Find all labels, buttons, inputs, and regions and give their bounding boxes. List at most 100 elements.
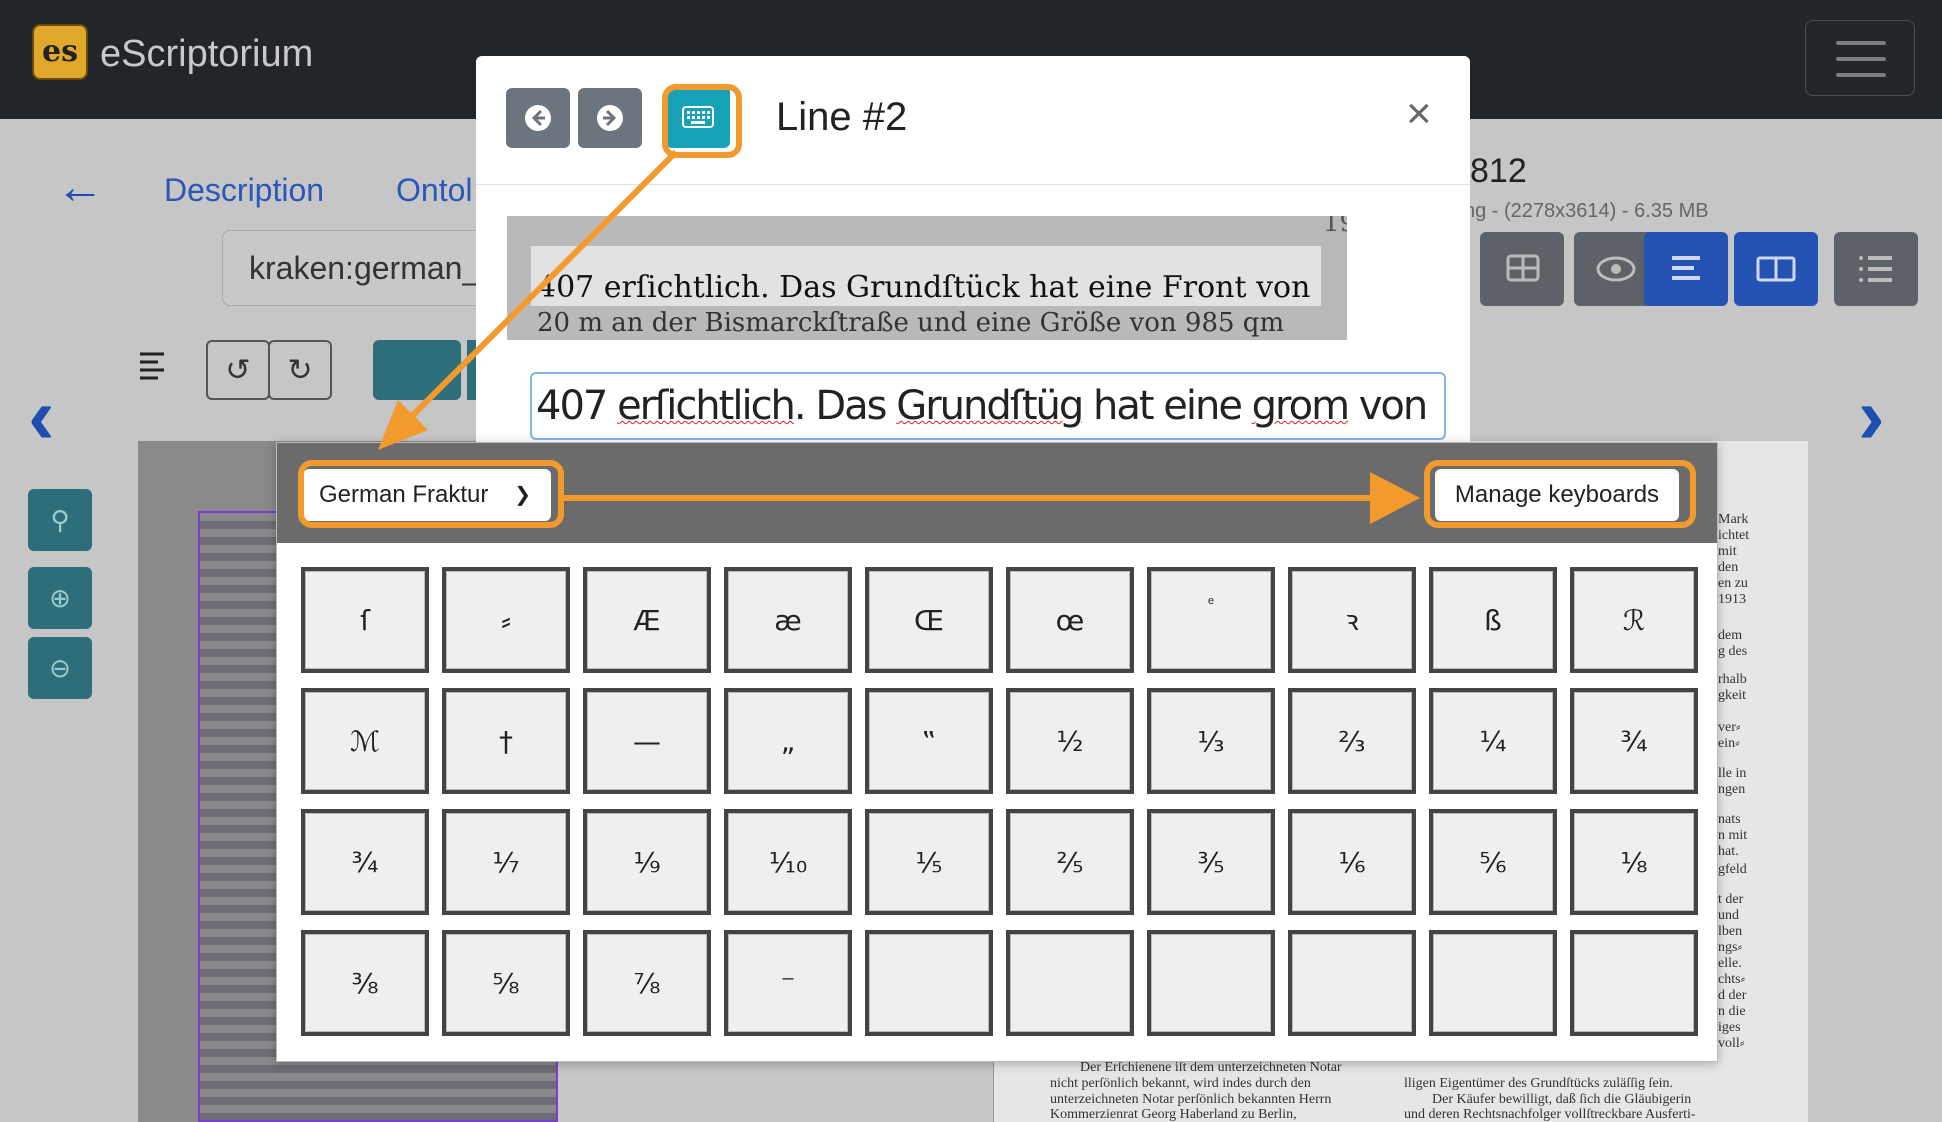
zoom-in-button[interactable]: ⊕	[28, 567, 92, 629]
right-page-line: en zu	[1718, 576, 1748, 591]
align-left-icon	[1672, 256, 1700, 280]
keyboard-key[interactable]	[1288, 930, 1416, 1036]
escriptorium-logo[interactable]: es	[32, 24, 88, 80]
redo-icon: ↻	[287, 353, 313, 387]
keyboard-key[interactable]: ⅞	[583, 930, 711, 1036]
right-page-line: Mark	[1718, 512, 1749, 527]
right-page-line: t der	[1718, 892, 1744, 907]
keyboard-key[interactable]: ‟	[865, 688, 993, 794]
search-button[interactable]: ⚲	[28, 489, 92, 551]
right-page-line: ein⸗	[1718, 736, 1740, 751]
zoom-out-button[interactable]: ⊖	[28, 637, 92, 699]
keyboard-key[interactable]: ⅝	[442, 930, 570, 1036]
right-page-line: n die	[1718, 1004, 1746, 1019]
undo-button[interactable]: ↺	[206, 340, 270, 400]
transcription-panel-button[interactable]	[1734, 232, 1818, 306]
keyboard-key[interactable]: ß	[1429, 567, 1557, 673]
back-arrow-icon[interactable]: ←	[56, 162, 104, 214]
hamburger-line	[1836, 57, 1886, 61]
right-page-bottom-line: Der Erſchienene iſt dem unterzeichneten …	[1080, 1060, 1342, 1075]
zoom-in-icon: ⊕	[49, 582, 71, 613]
reading-order-icon[interactable]	[138, 350, 168, 385]
right-page-line: hat.	[1718, 844, 1739, 859]
brand-name[interactable]: eScriptorium	[100, 30, 313, 78]
transcription-text: . Das	[793, 383, 897, 429]
keyboard-keys-grid: ſ⸗ÆæŒœͤꝛßℛℳ†—„‟½⅓⅔¼¾¾⅐⅑⅒⅕⅖⅗⅙⅚⅛⅜⅝⅞⁻	[301, 567, 1698, 1036]
search-icon: ⚲	[50, 504, 70, 535]
keyboard-key[interactable]: ⅑	[583, 809, 711, 915]
keyboard-key[interactable]: œ	[1006, 567, 1134, 673]
right-page-line: lle in	[1718, 766, 1747, 781]
close-icon[interactable]: ×	[1406, 92, 1432, 136]
keyboard-key[interactable]	[1006, 930, 1134, 1036]
keyboard-key[interactable]: ⅚	[1429, 809, 1557, 915]
menu-toggle-button[interactable]	[1805, 20, 1915, 96]
line-image-text: 407 erſichtlich. Das Grundſtück hat eine…	[537, 270, 1311, 305]
keyboard-key[interactable]: —	[583, 688, 711, 794]
keyboard-key[interactable]: ⅕	[865, 809, 993, 915]
keyboard-key[interactable]: ℛ	[1570, 567, 1698, 673]
keyboard-key[interactable]	[1429, 930, 1557, 1036]
keyboard-key[interactable]: æ	[724, 567, 852, 673]
annotation-keyboard-button-highlight	[662, 84, 742, 158]
redo-button[interactable]: ↻	[268, 340, 332, 400]
misspelled-word: Grundſtüg	[896, 383, 1084, 429]
diplomatic-panel-button[interactable]	[1834, 232, 1918, 306]
next-page-chevron-icon[interactable]: ›	[1858, 376, 1885, 456]
right-page-line: g des	[1718, 644, 1748, 659]
right-page-bottom-line: unterzeichneten Notar perſönlich bekannt…	[1050, 1092, 1332, 1107]
keyboard-key[interactable]: ¼	[1429, 688, 1557, 794]
keyboard-key[interactable]: ⅔	[1288, 688, 1416, 794]
right-page-line: ver⸗	[1718, 720, 1741, 735]
tab-description[interactable]: Description	[164, 172, 324, 209]
keyboard-key[interactable]: †	[442, 688, 570, 794]
keyboard-key[interactable]: ꝛ	[1288, 567, 1416, 673]
line-edit-modal: Line #2 × 407 erſichtlich. Das Grundſtüc…	[476, 56, 1470, 456]
previous-line-button[interactable]	[506, 88, 570, 148]
keyboard-key[interactable]: ⅓	[1147, 688, 1275, 794]
keyboard-key[interactable]: ⅐	[442, 809, 570, 915]
keyboard-key[interactable]: ⅖	[1006, 809, 1134, 915]
segmentation-panel-button[interactable]	[1644, 232, 1728, 306]
arrow-right-circle-icon	[597, 105, 623, 131]
keyboard-key[interactable]: ſ	[301, 567, 429, 673]
keyboard-key[interactable]: ⅙	[1288, 809, 1416, 915]
keyboard-key[interactable]: ¾	[1570, 688, 1698, 794]
keyboard-key[interactable]: ⅒	[724, 809, 852, 915]
right-page-bottom-line: lligen Eigentümer des Grundſtücks zuläſſ…	[1404, 1076, 1674, 1091]
transcription-text: 407	[536, 383, 618, 429]
transcription-input[interactable]: 407 erſichtlich. Das Grundſtüg hat eine …	[530, 372, 1446, 440]
keyboard-key[interactable]: ⅜	[301, 930, 429, 1036]
keyboard-key[interactable]: „	[724, 688, 852, 794]
keyboard-key[interactable]: ⸗	[442, 567, 570, 673]
keyboard-key[interactable]: ͤ	[1147, 567, 1275, 673]
keyboard-key[interactable]: ⅛	[1570, 809, 1698, 915]
right-page-line: elle.	[1718, 956, 1742, 971]
arrow-left-circle-icon	[525, 105, 551, 131]
list-ol-icon	[1859, 256, 1892, 282]
keyboard-key[interactable]: ⁻	[724, 930, 852, 1036]
right-page-bottom-line: und deren Rechtsnachfolger vollſtreckbar…	[1404, 1107, 1696, 1122]
keyboard-key[interactable]: Æ	[583, 567, 711, 673]
modal-title: Line #2	[776, 95, 908, 139]
keyboard-key[interactable]: ⅗	[1147, 809, 1275, 915]
tab-ontology[interactable]: Ontol	[396, 172, 472, 209]
previous-page-chevron-icon[interactable]: ‹	[28, 376, 55, 456]
keyboard-key[interactable]: ℳ	[301, 688, 429, 794]
keyboard-key[interactable]: Œ	[865, 567, 993, 673]
translate-icon	[1756, 256, 1796, 282]
right-page-line: chts⸗	[1718, 972, 1746, 987]
keyboard-key[interactable]: ½	[1006, 688, 1134, 794]
keyboard-key[interactable]: ¾	[301, 809, 429, 915]
keyboard-key[interactable]	[1570, 930, 1698, 1036]
settings-dropdown-button[interactable]	[373, 340, 461, 400]
right-page-bottom-line: Kommerzienrat Georg Haberland zu Berlin,	[1050, 1107, 1297, 1122]
misspelled-word: grom	[1251, 383, 1350, 429]
keyboard-key[interactable]	[1147, 930, 1275, 1036]
transcription-text: von	[1348, 383, 1429, 429]
panel-toggle-button[interactable]	[1480, 232, 1564, 306]
next-line-button[interactable]	[578, 88, 642, 148]
keyboard-key[interactable]	[865, 930, 993, 1036]
right-page-line: voll⸗	[1718, 1036, 1745, 1051]
right-page-line: 1913	[1718, 592, 1746, 607]
